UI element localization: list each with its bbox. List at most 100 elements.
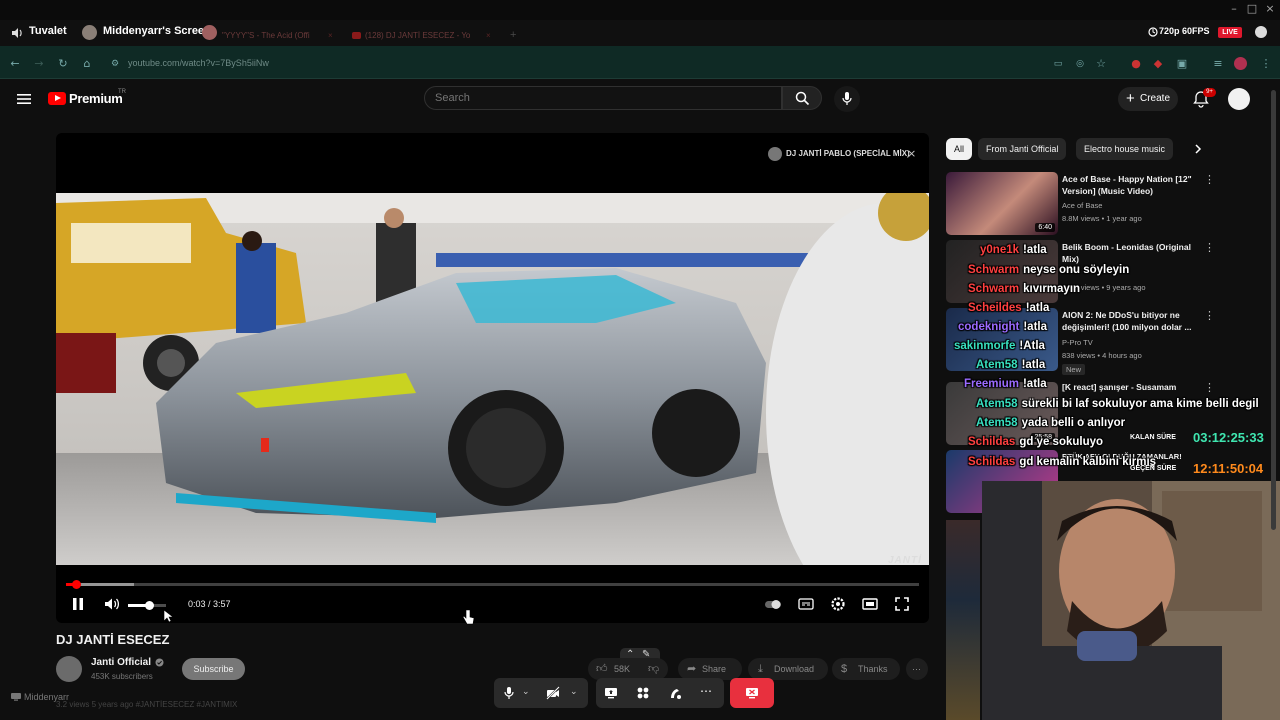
thanks-label: Thanks bbox=[858, 664, 888, 674]
stream-quality: 720p 60FPS bbox=[1159, 26, 1210, 36]
home-icon[interactable]: ⌂ bbox=[81, 58, 93, 70]
profile-avatar[interactable] bbox=[1228, 88, 1250, 110]
stop-sharing-button[interactable] bbox=[730, 678, 774, 708]
thanks-button[interactable]: $ Thanks bbox=[832, 658, 900, 680]
youtube-brand[interactable]: Premium bbox=[69, 91, 123, 106]
pause-icon[interactable] bbox=[70, 596, 86, 612]
autoplay-toggle-icon[interactable] bbox=[765, 596, 781, 612]
chat-message: Schwarm neyse onu söyleyin bbox=[968, 264, 1130, 276]
camera-off-icon[interactable] bbox=[546, 686, 560, 700]
soundboard-icon[interactable] bbox=[668, 686, 682, 700]
kebab-menu-icon[interactable]: ⋮ bbox=[1204, 309, 1215, 322]
verified-check-icon bbox=[155, 658, 164, 667]
sidebar-icon[interactable]: ≡ bbox=[1212, 58, 1224, 70]
chip-from-channel[interactable]: From Janti Official bbox=[978, 138, 1067, 160]
recommendation-thumbnail[interactable]: 6:40 bbox=[946, 172, 1058, 235]
sharer-avatar bbox=[82, 25, 97, 40]
voice-search-button[interactable] bbox=[834, 86, 860, 112]
extension-red-icon[interactable]: ● bbox=[1130, 58, 1142, 70]
fullscreen-icon[interactable] bbox=[894, 596, 910, 612]
cast-icon[interactable]: ▭ bbox=[1052, 58, 1064, 70]
progress-bar[interactable] bbox=[66, 580, 919, 589]
create-button[interactable]: + Create bbox=[1118, 87, 1178, 111]
hamburger-menu-icon[interactable] bbox=[16, 92, 32, 106]
share-label: Share bbox=[702, 664, 727, 674]
thumbs-up-icon[interactable]: 👍︎ bbox=[596, 658, 608, 680]
recommendation-title[interactable]: AION 2: Ne DDoS'u bitiyor ne değişimleri… bbox=[1062, 309, 1202, 333]
search-input[interactable] bbox=[425, 87, 781, 109]
download-button[interactable]: ⤓ Download bbox=[748, 658, 828, 680]
close-window-icon[interactable]: × bbox=[1264, 3, 1276, 15]
browser-menu-icon[interactable]: ⋮ bbox=[1260, 58, 1272, 70]
volume-knob[interactable] bbox=[144, 601, 154, 610]
minimize-icon[interactable]: – bbox=[1228, 3, 1240, 15]
recommendation-title[interactable]: Ace of Base - Happy Nation [12" Version]… bbox=[1062, 173, 1202, 197]
site-info-icon[interactable]: ⚙ bbox=[109, 58, 121, 70]
thumbs-down-icon[interactable]: 👎︎ bbox=[648, 658, 659, 680]
recommendation-channel[interactable]: P-Pro TV bbox=[1062, 338, 1093, 347]
screen-share-icon[interactable] bbox=[604, 686, 618, 700]
volume-slider[interactable] bbox=[128, 601, 166, 610]
remaining-time-value: 03:12:25:33 bbox=[1193, 430, 1264, 445]
search-button[interactable] bbox=[782, 86, 822, 110]
subtitles-icon[interactable] bbox=[798, 596, 814, 612]
new-tab-icon[interactable]: + bbox=[510, 29, 516, 41]
chevron-down-icon[interactable]: ⌄ bbox=[522, 686, 530, 697]
back-icon[interactable]: ← bbox=[9, 58, 21, 70]
volume-icon[interactable] bbox=[104, 596, 120, 612]
recommendation-title[interactable]: Belik Boom - Leonidas (Original Mix) bbox=[1062, 241, 1202, 265]
browser-profile-avatar[interactable] bbox=[1234, 57, 1247, 70]
share-button[interactable]: ➦ Share bbox=[678, 658, 742, 680]
browser-tab-2[interactable]: (128) DJ JANTİ ESECEZ - Yo bbox=[365, 31, 470, 40]
video-overlay-title[interactable]: DJ JANTİ PABLO (SPECİAL MİX) bbox=[786, 149, 910, 158]
subscribe-button[interactable]: Subscribe bbox=[182, 658, 245, 680]
reload-icon[interactable]: ↻ bbox=[57, 58, 69, 70]
settings-gear-icon[interactable] bbox=[830, 596, 846, 612]
activities-icon[interactable] bbox=[636, 686, 650, 700]
page-scrollbar[interactable] bbox=[1271, 90, 1276, 530]
recommendation-title[interactable]: [K react] şanışer - Susamam bbox=[1062, 381, 1202, 393]
elapsed-time-value: 12:11:50:04 bbox=[1193, 461, 1264, 476]
channel-name[interactable]: Janti Official bbox=[91, 657, 151, 668]
progress-scrubber[interactable] bbox=[72, 580, 82, 589]
microphone-icon bbox=[842, 92, 852, 105]
maximize-icon[interactable]: □ bbox=[1246, 3, 1258, 15]
bookmark-star-icon[interactable]: ☆ bbox=[1095, 58, 1107, 70]
search-icon bbox=[795, 91, 810, 106]
chevron-right-icon[interactable] bbox=[1192, 143, 1204, 155]
more-actions-button[interactable]: ⋯ bbox=[906, 658, 928, 680]
overlay-close-icon[interactable]: × bbox=[907, 147, 916, 160]
kebab-menu-icon[interactable]: ⋮ bbox=[1204, 241, 1215, 254]
more-dots-icon: ⋯ bbox=[912, 664, 921, 674]
kebab-menu-icon[interactable]: ⋮ bbox=[1204, 173, 1215, 186]
chevron-down-icon[interactable]: ⌄ bbox=[570, 686, 578, 697]
elapsed-time-label: GEÇEN SÜRE bbox=[1130, 465, 1177, 472]
chip-electro-house[interactable]: Electro house music bbox=[1076, 138, 1174, 160]
youtube-logo-icon[interactable] bbox=[48, 92, 66, 105]
chat-message: Freemium !atla bbox=[964, 378, 1047, 390]
microphone-icon[interactable] bbox=[502, 686, 516, 700]
more-options-icon[interactable]: ⋯ bbox=[700, 684, 712, 698]
recommendation-thumbnail-strip[interactable] bbox=[946, 520, 980, 720]
forward-icon[interactable]: → bbox=[33, 58, 45, 70]
like-dislike-group[interactable]: 👍︎ 58K 👎︎ bbox=[588, 658, 668, 680]
video-player[interactable]: DJ JANTİ PABLO (SPECİAL MİX) × JANTİ 0:0… bbox=[56, 133, 929, 623]
stream-settings-icon[interactable] bbox=[1255, 26, 1267, 38]
remaining-time-label: KALAN SÜRE bbox=[1130, 434, 1176, 441]
tab-close-icon[interactable]: × bbox=[328, 31, 333, 40]
address-bar[interactable]: youtube.com/watch?v=7BySh5iiNw bbox=[128, 58, 269, 68]
webcam-feed bbox=[982, 481, 1280, 720]
recommendation-channel[interactable]: Ace of Base bbox=[1062, 201, 1102, 210]
search-box[interactable] bbox=[424, 86, 782, 110]
browser-tab-1[interactable]: "YYYY"S - The Acid (Offi bbox=[222, 31, 310, 40]
browser-toolbar: ← → ↻ ⌂ ⚙ youtube.com/watch?v=7BySh5iiNw… bbox=[0, 46, 1280, 79]
chip-all[interactable]: All bbox=[946, 138, 973, 160]
channel-avatar[interactable] bbox=[56, 656, 82, 682]
extension-record-icon[interactable]: ◆ bbox=[1152, 58, 1164, 70]
extensions-icon[interactable]: ▣ bbox=[1176, 58, 1188, 70]
share-arrow-icon: ➦ bbox=[687, 663, 697, 675]
tab-close-icon[interactable]: × bbox=[486, 31, 491, 40]
kebab-menu-icon[interactable]: ⋮ bbox=[1204, 381, 1215, 394]
eye-off-icon[interactable]: ◎ bbox=[1074, 58, 1086, 70]
theater-mode-icon[interactable] bbox=[862, 596, 878, 612]
